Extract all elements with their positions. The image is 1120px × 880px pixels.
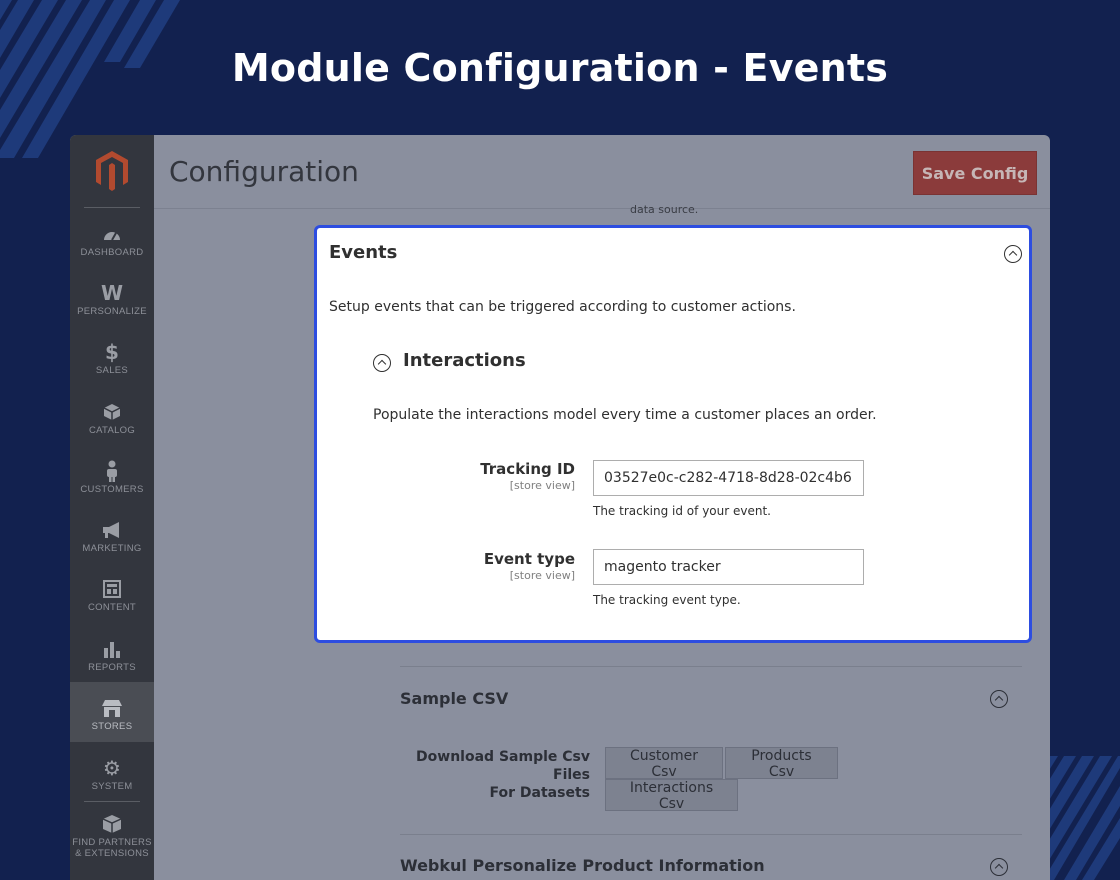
layout-icon bbox=[70, 576, 154, 602]
interactions-description: Populate the interactions model every ti… bbox=[373, 407, 877, 423]
boxes-icon bbox=[70, 811, 154, 837]
hero-title: Module Configuration - Events bbox=[231, 46, 889, 90]
sidebar-item-dashboard[interactable]: DASHBOARD bbox=[70, 221, 154, 279]
scope-label: [store view] bbox=[509, 569, 575, 582]
webkul-section: Webkul Personalize Product Information bbox=[400, 834, 1022, 880]
page-title: Configuration bbox=[169, 155, 359, 188]
decorative-stripes bbox=[1048, 756, 1120, 880]
events-title[interactable]: Events bbox=[329, 242, 397, 263]
sample-csv-section: Sample CSV Download Sample Csv Files For… bbox=[400, 666, 1022, 836]
divider bbox=[84, 801, 140, 802]
w-logo-icon: W bbox=[100, 281, 124, 305]
collapse-icon[interactable] bbox=[373, 354, 391, 372]
scope-label: [store view] bbox=[509, 479, 575, 492]
sidebar-item-catalog[interactable]: CATALOG bbox=[70, 399, 154, 457]
dollar-icon: $ bbox=[105, 340, 119, 364]
sidebar-item-find-partners[interactable]: FIND PARTNERS & EXTENSIONS bbox=[70, 811, 154, 880]
section-title[interactable]: Webkul Personalize Product Information bbox=[400, 856, 765, 875]
save-config-button[interactable]: Save Config bbox=[913, 151, 1037, 195]
products-csv-button[interactable]: Products Csv bbox=[725, 747, 838, 780]
sidebar-item-marketing[interactable]: MARKETING bbox=[70, 517, 154, 575]
collapse-icon[interactable] bbox=[990, 858, 1008, 876]
event-type-label: Event type bbox=[483, 550, 575, 568]
events-description: Setup events that can be triggered accor… bbox=[329, 299, 796, 315]
collapse-icon[interactable] bbox=[990, 690, 1008, 708]
interactions-csv-button[interactable]: Interactions Csv bbox=[605, 779, 738, 812]
section-title[interactable]: Sample CSV bbox=[400, 689, 508, 708]
sidebar-item-sales[interactable]: $ SALES bbox=[70, 339, 154, 397]
customer-csv-button[interactable]: Customer Csv bbox=[605, 747, 723, 780]
sidebar-item-personalize[interactable]: W PERSONALIZE bbox=[70, 280, 154, 338]
collapse-icon[interactable] bbox=[1004, 245, 1022, 263]
bar-chart-icon bbox=[70, 636, 154, 662]
sidebar-item-system[interactable]: ⚙ SYSTEM bbox=[70, 755, 154, 813]
magento-logo[interactable] bbox=[92, 149, 132, 193]
speedometer-icon bbox=[70, 221, 154, 247]
sidebar-item-content[interactable]: CONTENT bbox=[70, 576, 154, 634]
event-type-input[interactable] bbox=[593, 549, 864, 585]
person-icon bbox=[70, 458, 154, 484]
event-type-note: The tracking event type. bbox=[593, 593, 741, 607]
events-panel: Events Setup events that can be triggere… bbox=[314, 225, 1032, 643]
sidebar-item-customers[interactable]: CUSTOMERS bbox=[70, 458, 154, 516]
page-header: Configuration Save Config bbox=[154, 135, 1050, 209]
storefront-icon bbox=[70, 695, 154, 721]
tracking-id-note: The tracking id of your event. bbox=[593, 504, 771, 518]
gear-icon: ⚙ bbox=[103, 756, 121, 780]
admin-sidebar: DASHBOARD W PERSONALIZE $ SALES CATALOG … bbox=[70, 135, 154, 880]
tracking-id-input[interactable] bbox=[593, 460, 864, 496]
box-icon bbox=[70, 399, 154, 425]
divider bbox=[84, 207, 140, 208]
tracking-id-label: Tracking ID bbox=[480, 460, 575, 478]
sidebar-item-stores[interactable]: STORES bbox=[70, 682, 154, 742]
interactions-title[interactable]: Interactions bbox=[403, 350, 526, 371]
field-note: data source. bbox=[630, 203, 699, 216]
megaphone-icon bbox=[70, 517, 154, 543]
csv-download-label: Download Sample Csv Files For Datasets bbox=[416, 749, 590, 801]
